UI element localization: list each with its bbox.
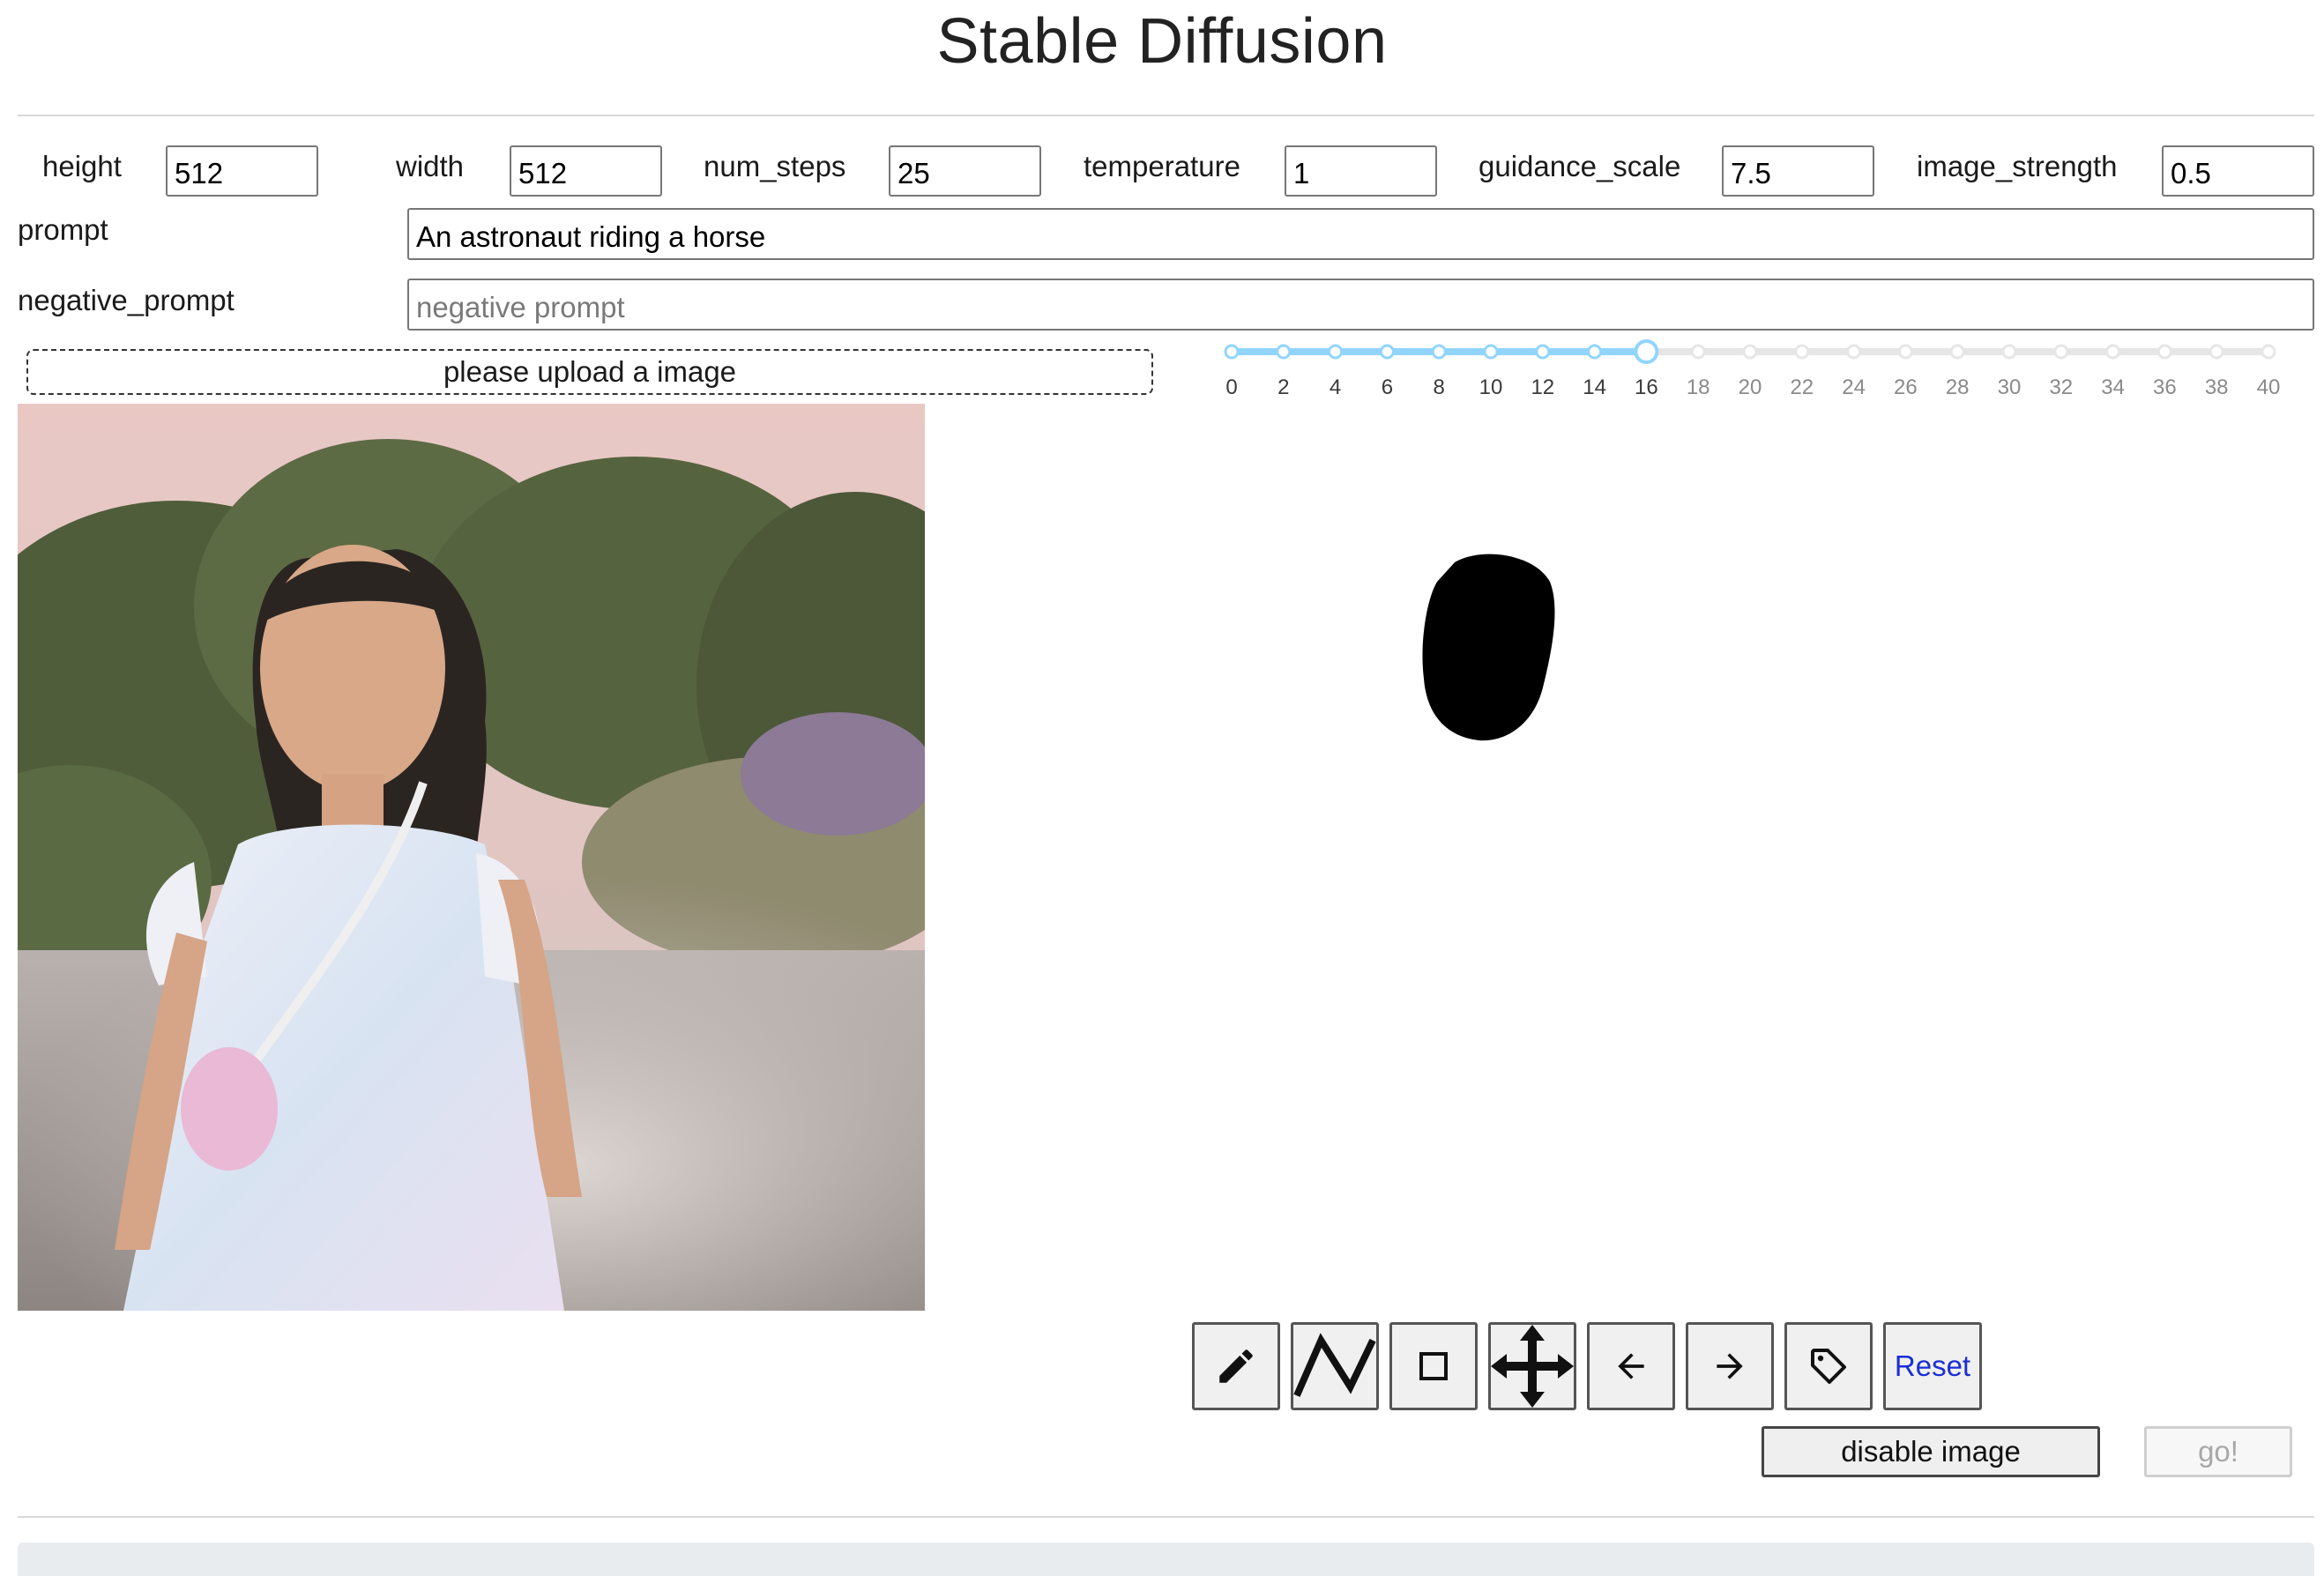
slider-tick-label: 0	[1225, 375, 1238, 399]
negative-prompt-label: negative_prompt	[18, 284, 235, 316]
photo-illustration	[18, 404, 925, 1311]
width-label: width	[396, 150, 465, 182]
drawing-canvas[interactable]	[1195, 423, 2314, 1305]
label-tool-button[interactable]	[1784, 1322, 1873, 1410]
upload-image-button[interactable]: please upload a image	[26, 349, 1153, 395]
slider-tick-label: 22	[1790, 375, 1814, 399]
slider-dot[interactable]	[2209, 344, 2224, 360]
slider-dot[interactable]	[1742, 344, 1758, 360]
slider-dot[interactable]	[1431, 344, 1447, 360]
slider-dot[interactable]	[1483, 344, 1499, 360]
slider-dot[interactable]	[1897, 344, 1913, 360]
slider-dot[interactable]	[1328, 344, 1344, 360]
slider-dot[interactable]	[2156, 344, 2172, 360]
slider-tick-label: 24	[1842, 375, 1866, 399]
tag-icon	[1811, 1349, 1846, 1384]
slider-tick-label: 10	[1479, 375, 1503, 399]
slider-dot[interactable]	[1379, 344, 1395, 360]
polyline-icon	[1293, 1333, 1376, 1397]
disable-image-button[interactable]: disable image	[1762, 1426, 2100, 1477]
slider-tick-label: 4	[1329, 375, 1342, 399]
redo-arrow-icon	[1717, 1353, 1743, 1379]
slider-tick-label: 18	[1686, 375, 1710, 399]
rectangle-icon	[1419, 1352, 1448, 1380]
undo-arrow-icon	[1618, 1353, 1644, 1379]
slider-tick-label: 8	[1433, 375, 1445, 399]
guidance-scale-label: guidance_scale	[1479, 150, 1681, 182]
slider-tick-label: 36	[2153, 375, 2177, 399]
slider-dot[interactable]	[1690, 344, 1706, 360]
slider-tick-label: 30	[1997, 375, 2022, 399]
slider-tick-labels: 0 2 4 6 8 10 12 14 16 18 20 22 24 26 28 30 32 34 36 38 40	[1217, 375, 2292, 405]
redo-button[interactable]	[1686, 1322, 1774, 1410]
num-steps-label: num_steps	[704, 150, 846, 182]
drawing-toolbar: Reset	[1192, 1322, 1982, 1410]
negative-prompt-input[interactable]	[407, 279, 2314, 331]
slider-tick-label: 40	[2256, 375, 2281, 399]
slider-tick-label: 14	[1583, 375, 1606, 399]
slider-dot[interactable]	[1535, 344, 1551, 360]
move-icon	[1491, 1325, 1574, 1408]
uploaded-photo	[18, 404, 925, 1311]
undo-button[interactable]	[1587, 1322, 1675, 1410]
top-divider	[18, 115, 2314, 116]
bottom-divider	[18, 1516, 2314, 1518]
slider-dot[interactable]	[1224, 344, 1240, 360]
slider-tick-label: 28	[1945, 375, 1970, 399]
slider-tick-label: 20	[1738, 375, 1762, 399]
image-strength-input[interactable]	[2162, 145, 2314, 197]
rectangle-tool-button[interactable]	[1389, 1322, 1478, 1410]
slider-dot[interactable]	[2105, 344, 2121, 360]
slider-track[interactable]	[1217, 333, 2292, 368]
slider-handle[interactable]	[1634, 339, 1659, 364]
prompt-label: prompt	[18, 213, 108, 246]
slider-dot[interactable]	[1846, 344, 1862, 360]
footer-bar	[18, 1543, 2314, 1576]
slider-tick-label: 16	[1635, 375, 1658, 399]
temperature-label: temperature	[1084, 150, 1240, 182]
slider-dot[interactable]	[1587, 344, 1603, 360]
slider-dot[interactable]	[2261, 344, 2276, 360]
slider-tick-label: 34	[2101, 375, 2125, 399]
go-button[interactable]: go!	[2144, 1426, 2292, 1477]
page-title: Stable Diffusion	[936, 6, 1388, 77]
num-steps-input[interactable]	[889, 145, 1041, 197]
image-strength-label: image_strength	[1917, 150, 2118, 182]
guidance-scale-input[interactable]	[1722, 145, 1874, 197]
height-input[interactable]	[166, 145, 318, 197]
slider-tick-label: 6	[1381, 375, 1394, 399]
reset-button[interactable]: Reset	[1883, 1322, 1982, 1410]
pencil-icon	[1219, 1349, 1253, 1383]
pencil-tool-button[interactable]	[1192, 1322, 1280, 1410]
slider-tick-label: 2	[1277, 375, 1290, 399]
slider-tick-label: 32	[2049, 375, 2074, 399]
slider-tick-label: 38	[2204, 375, 2229, 399]
slider-dot[interactable]	[2053, 344, 2069, 360]
height-label: height	[42, 150, 122, 182]
brush-size-slider[interactable]: 0 2 4 6 8 10 12 14 16 18 20 22 24 26 28 30 32 34 36 38 40	[1217, 333, 2292, 413]
slider-tick-label: 12	[1531, 375, 1555, 399]
move-tool-button[interactable]	[1488, 1322, 1576, 1410]
prompt-input[interactable]	[407, 208, 2314, 260]
slider-tick-label: 26	[1894, 375, 1918, 399]
slider-dot[interactable]	[1276, 344, 1292, 360]
slider-dot[interactable]	[1794, 344, 1810, 360]
temperature-input[interactable]	[1285, 145, 1437, 197]
polyline-tool-button[interactable]	[1291, 1322, 1379, 1410]
width-input[interactable]	[510, 145, 662, 197]
slider-dot[interactable]	[2001, 344, 2017, 360]
reset-label: Reset	[1894, 1349, 1971, 1382]
slider-dot[interactable]	[1949, 344, 1965, 360]
